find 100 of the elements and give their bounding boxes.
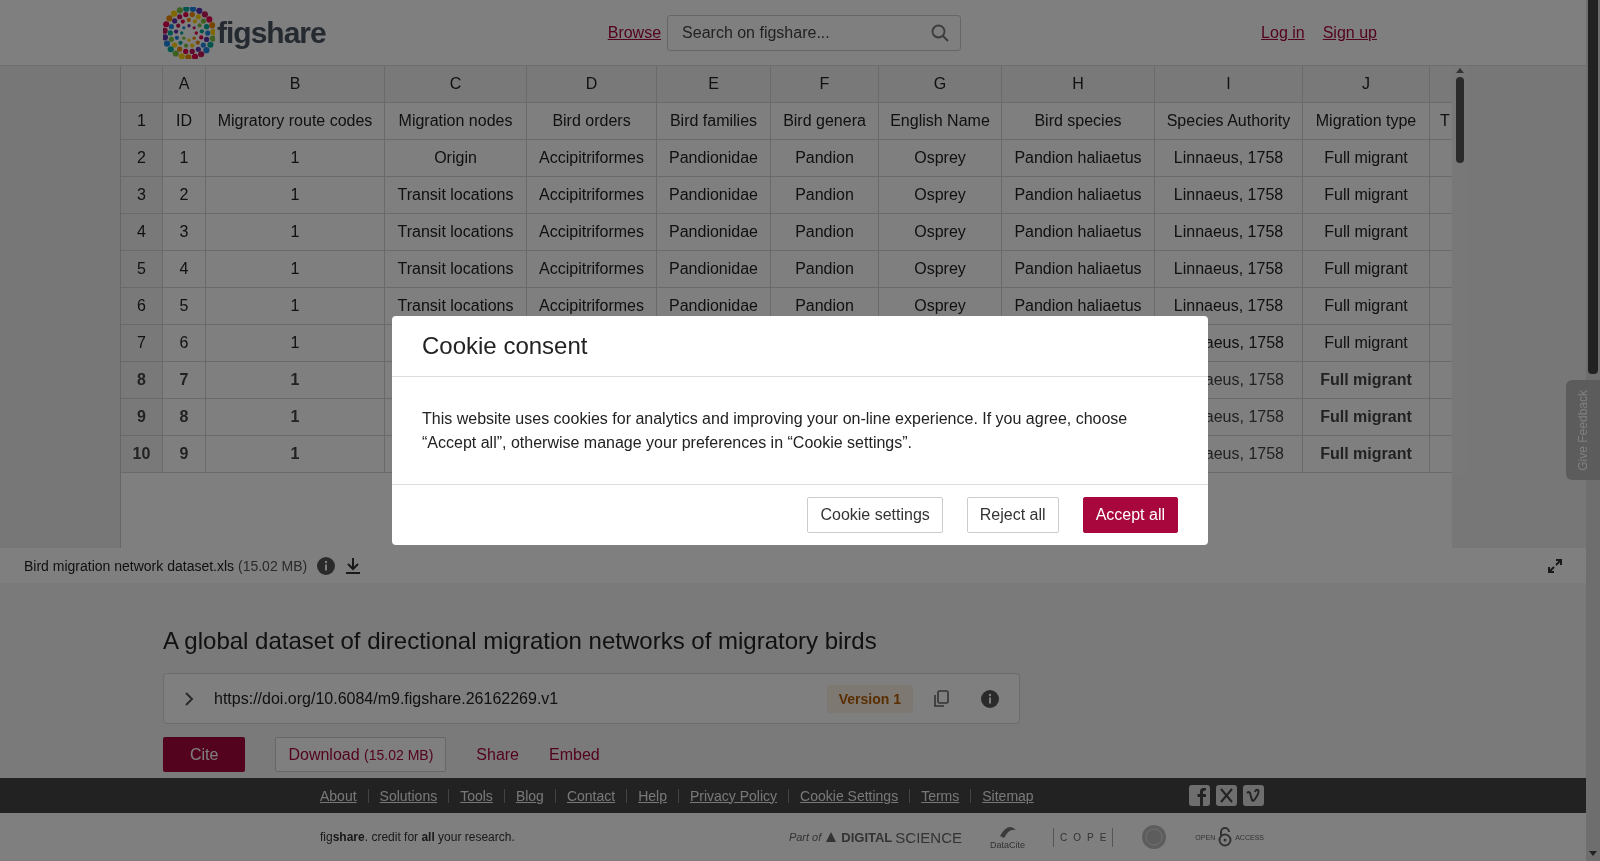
column-header: F [771, 66, 879, 103]
column-header: C [385, 66, 527, 103]
table-cell: Pandion [771, 177, 879, 214]
footer-link[interactable]: About [320, 788, 368, 803]
version-badge: Version 1 [826, 684, 913, 713]
table-cell: Linnaeus, 1758 [1155, 140, 1303, 177]
doi-link[interactable]: https://doi.org/10.6084/m9.figshare.26162269.v1 [214, 689, 827, 708]
chevron-icon[interactable] [184, 690, 194, 707]
table-cell: 7 [163, 362, 206, 399]
row-number: 6 [121, 288, 163, 325]
table-cell: Full migrant [1303, 325, 1430, 362]
x-icon[interactable] [1216, 785, 1237, 806]
signup-link[interactable]: Sign up [1322, 23, 1377, 42]
table-cell: Bird species [1002, 103, 1155, 140]
browse-link[interactable]: Browse [607, 23, 662, 42]
login-link[interactable]: Log in [1261, 23, 1305, 42]
table-cell: Accipitriformes [527, 177, 657, 214]
table-cell: Full migrant [1303, 362, 1430, 399]
table-cell: Origin [385, 140, 527, 177]
footer-link[interactable]: Terms [909, 788, 971, 803]
dialog-button[interactable]: Cookie settings [807, 497, 943, 533]
table-cell: Bird families [657, 103, 771, 140]
info-icon[interactable] [317, 556, 336, 575]
footer-link[interactable]: Tools [448, 788, 504, 803]
arrow-up-icon[interactable] [1455, 66, 1465, 74]
table-cell: ID [163, 103, 206, 140]
table-cell: Bird orders [527, 103, 657, 140]
row-number: 8 [121, 362, 163, 399]
text-button[interactable]: Embed [537, 737, 612, 772]
fullscreen-icon[interactable] [1548, 558, 1562, 573]
table-cell: Transit locations [385, 177, 527, 214]
row-number: 7 [121, 325, 163, 362]
table-cell: Accipitriformes [527, 214, 657, 251]
download-button[interactable]: Download (15.02 MB) [275, 737, 447, 772]
table-cell: Pandionidae [657, 251, 771, 288]
table-cell: Osprey [879, 251, 1002, 288]
footer-link[interactable]: Blog [503, 788, 555, 803]
dataset-title: A global dataset of directional migration networks of migratory birds [163, 626, 878, 656]
column-header: B [206, 66, 385, 103]
column-header: E [657, 66, 771, 103]
table-cell: Full migrant [1303, 399, 1430, 436]
table-cell: Pandion haliaetus [1002, 140, 1155, 177]
table-cell: Full migrant [1303, 214, 1430, 251]
table-cell: Pandionidae [657, 140, 771, 177]
search-icon[interactable] [931, 23, 950, 42]
vimeo-icon[interactable] [1243, 785, 1264, 806]
footer-link[interactable]: Help [626, 788, 678, 803]
scrollbar-thumb[interactable] [1456, 77, 1464, 163]
copy-icon[interactable] [933, 689, 949, 708]
table-cell: 9 [163, 436, 206, 473]
table-cell: 3 [163, 214, 206, 251]
site-logo[interactable]: figshare [163, 6, 326, 59]
dialog-button[interactable]: Accept all [1082, 497, 1178, 533]
info-icon[interactable] [981, 689, 999, 708]
table-cell: 1 [206, 140, 385, 177]
table-cell: 1 [163, 140, 206, 177]
column-header: D [527, 66, 657, 103]
table-cell: Pandion [771, 251, 879, 288]
arrow-down-icon[interactable] [1588, 850, 1598, 858]
dialog-button[interactable]: Reject all [966, 497, 1059, 533]
table-cell: Pandion haliaetus [1002, 214, 1155, 251]
table-cell: 6 [163, 325, 206, 362]
footer-link[interactable]: Cookie Settings [788, 788, 910, 803]
search-field[interactable]: Search on figshare... [667, 14, 962, 51]
table-cell: Pandion haliaetus [1002, 251, 1155, 288]
row-number: 5 [121, 251, 163, 288]
table-cell: 1 [206, 436, 385, 473]
row-number: 3 [121, 177, 163, 214]
table-cell: Transit locations [385, 214, 527, 251]
download-icon[interactable] [345, 556, 362, 575]
table-cell: Migration type [1303, 103, 1430, 140]
table-cell: Full migrant [1303, 436, 1430, 473]
file-name: Bird migration network dataset.xls (15.02 MB) [24, 557, 308, 574]
footer-link[interactable]: Privacy Policy [677, 788, 789, 803]
table-cell: Pandionidae [657, 214, 771, 251]
partner-logo[interactable]: DataCite [990, 824, 1025, 850]
dialog-text: This website uses cookies for analytics and improving your on-line experience. If you agree, choose “Accept all”, otherwise manage your preferences in “Cookie settings”. [422, 410, 1128, 451]
column-header: I [1155, 66, 1303, 103]
partner-logo[interactable]: COPE [1053, 827, 1114, 847]
table-cell: Linnaeus, 1758 [1155, 177, 1303, 214]
table-cell: Bird genera [771, 103, 879, 140]
footer-link[interactable]: Sitemap [970, 788, 1045, 803]
table-cell: Migratory route codes [206, 103, 385, 140]
row-number: 10 [121, 436, 163, 473]
cite-button[interactable]: Cite [163, 737, 246, 772]
column-header: J [1303, 66, 1430, 103]
table-cell: Osprey [879, 214, 1002, 251]
row-number: 2 [121, 140, 163, 177]
column-header: G [879, 66, 1002, 103]
footer-link[interactable]: Contact [554, 788, 627, 803]
table-cell: Pandion [771, 140, 879, 177]
text-button[interactable]: Share [464, 737, 531, 772]
table-cell: Linnaeus, 1758 [1155, 214, 1303, 251]
facebook-icon[interactable] [1189, 785, 1210, 806]
table-cell: Species Authority [1155, 103, 1303, 140]
footer-link[interactable]: Solutions [367, 788, 449, 803]
table-cell: Full migrant [1303, 251, 1430, 288]
dialog-title: Cookie consent [422, 332, 588, 360]
table-cell: 1 [206, 177, 385, 214]
partner-logo[interactable]: Part of DIGITAL SCIENCE [788, 828, 962, 846]
